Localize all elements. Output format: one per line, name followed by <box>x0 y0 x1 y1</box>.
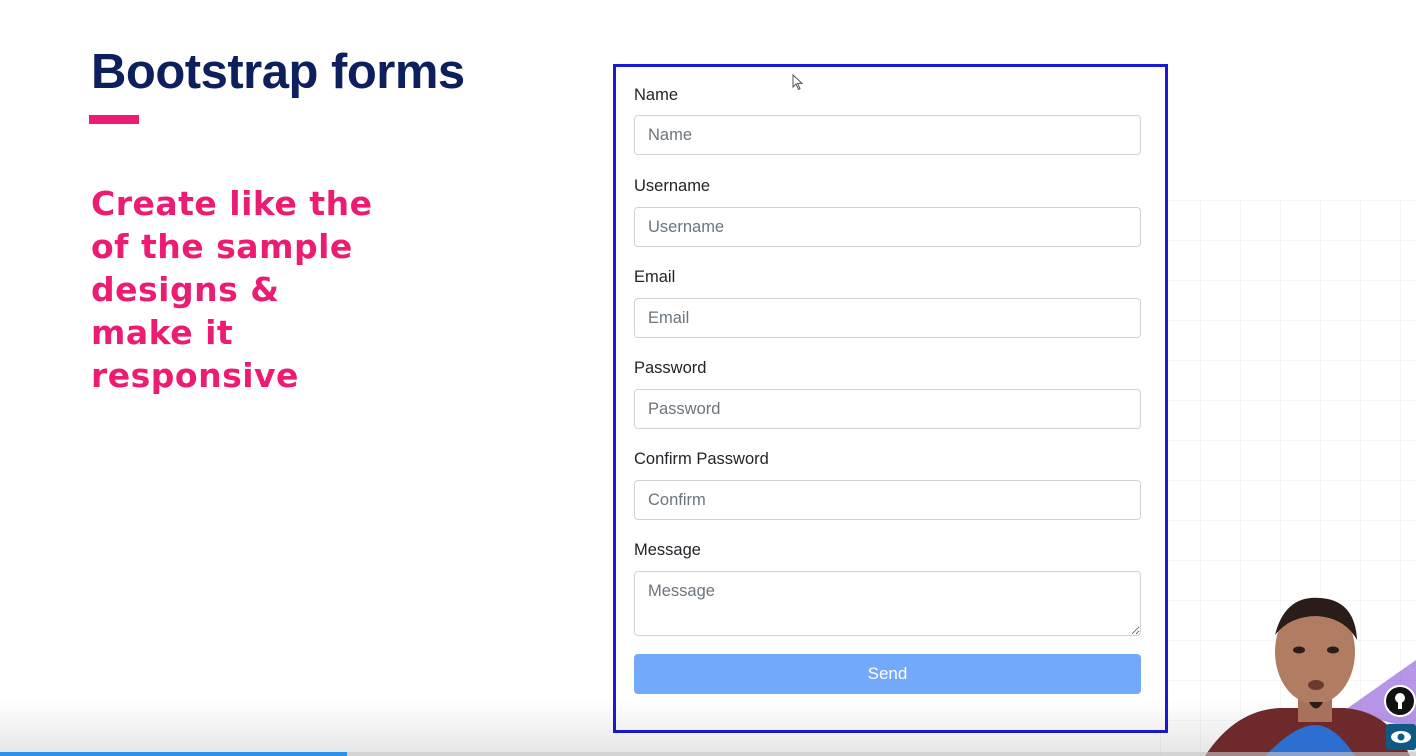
message-textarea[interactable] <box>634 571 1141 636</box>
keyhole-badge-icon <box>1384 685 1416 717</box>
password-input[interactable] <box>634 389 1141 429</box>
name-input[interactable] <box>634 115 1141 155</box>
send-button[interactable]: Send <box>634 654 1141 694</box>
username-input[interactable] <box>634 207 1141 247</box>
instruction-text: Create like the of the sample designs & … <box>91 184 373 395</box>
video-progress-fill <box>0 752 347 756</box>
title-underline <box>89 115 139 124</box>
email-label: Email <box>634 268 676 286</box>
slide-title: Bootstrap forms <box>91 45 465 99</box>
presenter-webcam <box>1205 597 1416 756</box>
message-label: Message <box>634 541 701 559</box>
email-input[interactable] <box>634 298 1141 338</box>
name-label: Name <box>634 86 679 104</box>
confirm-password-label: Confirm Password <box>634 450 769 468</box>
username-label: Username <box>634 177 711 195</box>
mouse-cursor-icon <box>792 74 804 91</box>
confirm-password-input[interactable] <box>634 480 1141 520</box>
password-label: Password <box>634 359 707 377</box>
video-progress-track[interactable] <box>0 752 1416 756</box>
eye-icon <box>1386 724 1416 750</box>
